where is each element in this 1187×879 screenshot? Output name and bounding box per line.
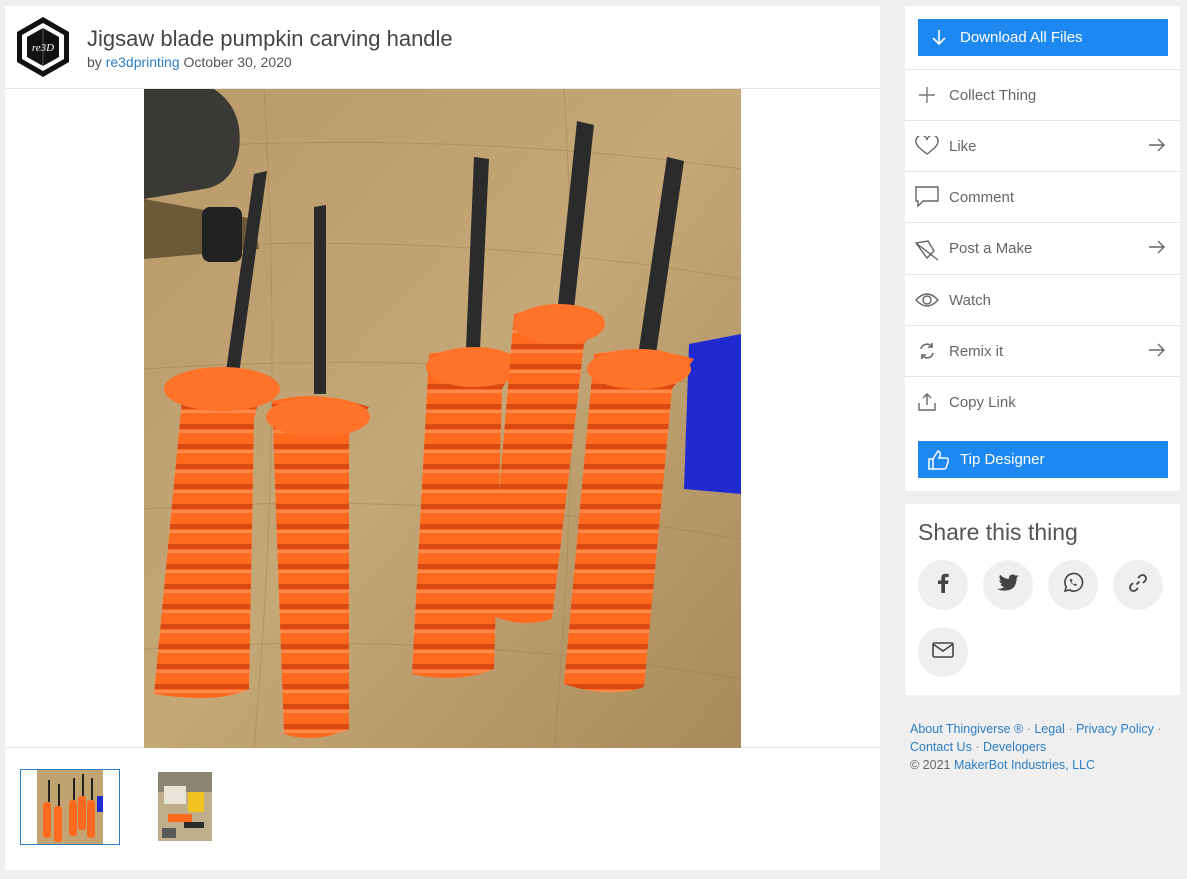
thing-header: re3D Jigsaw blade pumpkin carving handle… [5,6,880,88]
arrow-right-icon [1148,239,1166,260]
copy-link-label: Copy Link [949,393,1016,411]
facebook-icon [937,573,949,598]
like-label: Like [949,137,977,155]
footer-separator: · [975,740,980,754]
thumbnail-2[interactable] [158,772,212,841]
whatsapp-icon [1062,572,1084,599]
plus-icon [905,86,949,104]
eye-icon [905,292,949,308]
collect-thing-label: Collect Thing [949,86,1037,104]
footer-developers-link[interactable]: Developers [983,740,1046,754]
share-upload-icon [905,392,949,412]
page-title: Jigsaw blade pumpkin carving handle [87,26,453,51]
comment-icon [905,186,949,208]
main-photo[interactable] [144,89,741,748]
share-title: Share this thing [918,519,1078,545]
footer-separator: · [1026,722,1031,736]
footer-row-3: © 2021 MakerBot Industries, LLC [910,756,1180,774]
footer-legal-link[interactable]: Legal [1034,722,1065,736]
arrow-right-icon [1148,137,1166,158]
download-icon [918,29,960,47]
post-a-make-label: Post a Make [949,239,1033,257]
thumbnail-1[interactable] [20,769,120,845]
site-footer: About Thingiverse ® · Legal · Privacy Po… [910,720,1180,774]
share-whatsapp-button[interactable] [1048,560,1098,610]
footer-separator: · [1157,722,1162,736]
thumbs-up-icon [918,449,960,470]
post-a-make-button[interactable]: Post a Make [905,222,1180,273]
make-icon [905,235,949,261]
footer-about-link[interactable]: About Thingiverse ® [910,722,1023,736]
download-all-label: Download All Files [960,29,1083,46]
author-link[interactable]: re3dprinting [106,54,180,70]
comment-button[interactable]: Comment [905,171,1180,222]
footer-separator: · [1068,722,1073,736]
collect-thing-button[interactable]: Collect Thing [905,69,1180,120]
main-photo-viewer [5,88,880,748]
share-panel: Share this thing [905,504,1180,695]
heart-icon [905,136,949,156]
footer-row-1: About Thingiverse ® · Legal · Privacy Po… [910,720,1180,738]
logo-text: re3D [32,42,54,54]
actions-panel: Download All Files Collect Thing Like Co… [905,6,1180,491]
tip-designer-button[interactable]: Tip Designer [918,441,1168,478]
footer-row-2: Contact Us · Developers [910,738,1180,756]
download-all-button[interactable]: Download All Files [918,19,1168,56]
byline: by re3dprinting October 30, 2020 [87,54,292,70]
copy-link-button[interactable]: Copy Link [905,376,1180,427]
byline-prefix: by [87,54,102,70]
remix-label: Remix it [949,342,1004,360]
share-link-button[interactable] [1113,560,1163,610]
author-avatar[interactable]: re3D [13,15,73,79]
footer-company-link[interactable]: MakerBot Industries, LLC [954,758,1095,772]
share-facebook-button[interactable] [918,560,968,610]
like-button[interactable]: Like [905,120,1180,171]
watch-button[interactable]: Watch [905,274,1180,325]
link-icon [1128,573,1148,598]
footer-privacy-link[interactable]: Privacy Policy [1076,722,1154,736]
copyright-text: © 2021 [910,758,951,772]
thing-main-card: re3D Jigsaw blade pumpkin carving handle… [5,6,880,870]
footer-contact-link[interactable]: Contact Us [910,740,972,754]
watch-label: Watch [949,291,991,309]
remix-icon [905,342,949,360]
twitter-icon [997,573,1019,597]
email-icon [932,641,954,663]
publish-date: October 30, 2020 [183,54,292,70]
tip-designer-label: Tip Designer [960,451,1045,468]
share-twitter-button[interactable] [983,560,1033,610]
arrow-right-icon [1148,342,1166,363]
comment-label: Comment [949,188,1015,206]
remix-button[interactable]: Remix it [905,325,1180,376]
share-email-button[interactable] [918,627,968,677]
